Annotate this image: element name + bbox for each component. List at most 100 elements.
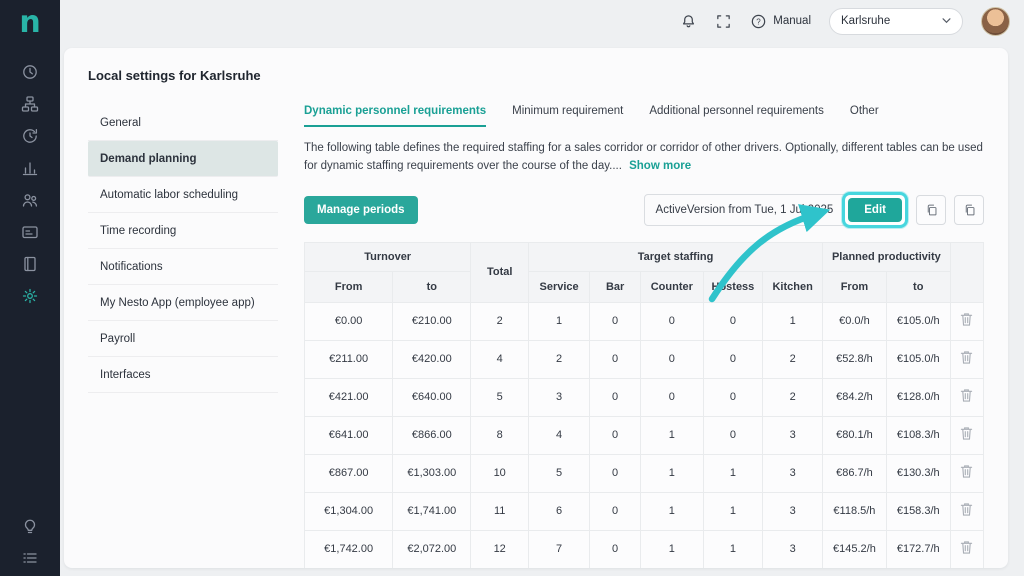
cell-counter: 0 xyxy=(641,340,703,378)
cell-turnover-from: €867.00 xyxy=(305,454,393,492)
delete-row-button[interactable] xyxy=(958,348,975,370)
nav-item-label: Automatic labor scheduling xyxy=(100,189,238,201)
cell-productivity-from: €84.2/h xyxy=(823,378,887,416)
settings-nav-item[interactable]: General xyxy=(88,105,278,141)
nav-item-label: Interfaces xyxy=(100,369,151,381)
cell-service: 1 xyxy=(529,302,590,340)
cell-turnover-from: €0.00 xyxy=(305,302,393,340)
id-card-icon[interactable] xyxy=(21,223,39,241)
col-kitchen: Kitchen xyxy=(763,271,823,302)
gear-icon[interactable] xyxy=(21,287,39,305)
settings-nav-item[interactable]: Payroll xyxy=(88,321,278,357)
show-more-link[interactable]: Show more xyxy=(629,160,691,172)
col-productivity-from: From xyxy=(823,271,887,302)
cell-productivity-to: €128.0/h xyxy=(886,378,950,416)
cell-total: 12 xyxy=(471,530,529,568)
list-icon[interactable] xyxy=(21,549,39,567)
cell-counter: 1 xyxy=(641,454,703,492)
col-bar: Bar xyxy=(590,271,641,302)
cell-kitchen: 3 xyxy=(763,416,823,454)
cell-turnover-to: €210.00 xyxy=(393,302,471,340)
cell-bar: 0 xyxy=(590,492,641,530)
cell-productivity-from: €0.0/h xyxy=(823,302,887,340)
cell-turnover-to: €640.00 xyxy=(393,378,471,416)
description: The following table defines the required… xyxy=(304,140,984,176)
settings-main: Dynamic personnel requirements Minimum re… xyxy=(278,105,984,568)
copy-version-button[interactable] xyxy=(916,195,946,225)
page-title: Local settings for Karlsruhe xyxy=(88,68,984,83)
edit-button[interactable]: Edit xyxy=(848,198,902,222)
nav-item-label: General xyxy=(100,117,141,129)
cell-counter: 1 xyxy=(641,416,703,454)
delete-row-button[interactable] xyxy=(958,500,975,522)
settings-nav-item[interactable]: My Nesto App (employee app) xyxy=(88,285,278,321)
trash-icon xyxy=(960,350,973,365)
trash-icon xyxy=(960,502,973,517)
manage-periods-button[interactable]: Manage periods xyxy=(304,196,418,224)
cell-bar: 0 xyxy=(590,340,641,378)
delete-row-button[interactable] xyxy=(958,462,975,484)
cell-hostess: 0 xyxy=(703,302,763,340)
clock-icon[interactable] xyxy=(21,63,39,81)
col-counter: Counter xyxy=(641,271,703,302)
lightbulb-icon[interactable] xyxy=(21,517,39,535)
cell-total: 4 xyxy=(471,340,529,378)
fullscreen-icon[interactable] xyxy=(715,13,732,30)
delete-row-button[interactable] xyxy=(958,538,975,560)
cell-service: 7 xyxy=(529,530,590,568)
bar-chart-icon[interactable] xyxy=(21,159,39,177)
cell-service: 6 xyxy=(529,492,590,530)
nav-item-label: Notifications xyxy=(100,261,163,273)
app-logo[interactable]: n xyxy=(19,8,40,38)
settings-nav-item[interactable]: Interfaces xyxy=(88,357,278,393)
tab[interactable]: Other xyxy=(850,105,879,127)
table-row: €1,742.00 €2,072.00 12 7 0 1 1 3 €145.2/… xyxy=(305,530,984,568)
cell-actions xyxy=(950,492,983,530)
tab[interactable]: Minimum requirement xyxy=(512,105,623,127)
avatar[interactable] xyxy=(981,7,1010,36)
tab[interactable]: Additional personnel requirements xyxy=(649,105,824,127)
cell-bar: 0 xyxy=(590,378,641,416)
cell-productivity-from: €52.8/h xyxy=(823,340,887,378)
delete-row-button[interactable] xyxy=(958,424,975,446)
cell-counter: 0 xyxy=(641,378,703,416)
delete-row-button[interactable] xyxy=(958,386,975,408)
cell-actions xyxy=(950,454,983,492)
duplicate-version-button[interactable] xyxy=(954,195,984,225)
bell-icon[interactable] xyxy=(680,13,697,30)
cell-service: 4 xyxy=(529,416,590,454)
org-chart-icon[interactable] xyxy=(21,95,39,113)
cell-kitchen: 1 xyxy=(763,302,823,340)
cell-total: 5 xyxy=(471,378,529,416)
col-turnover-from: From xyxy=(305,271,393,302)
cell-total: 11 xyxy=(471,492,529,530)
nav-item-label: Demand planning xyxy=(100,153,196,165)
cell-turnover-to: €866.00 xyxy=(393,416,471,454)
cell-service: 3 xyxy=(529,378,590,416)
col-group-turnover: Turnover xyxy=(305,242,471,271)
table-row: €867.00 €1,303.00 10 5 0 1 1 3 €86.7/h €… xyxy=(305,454,984,492)
cell-productivity-to: €108.3/h xyxy=(886,416,950,454)
users-icon[interactable] xyxy=(21,191,39,209)
copy-icon xyxy=(963,203,976,217)
trash-icon xyxy=(960,464,973,479)
tab[interactable]: Dynamic personnel requirements xyxy=(304,105,486,127)
cell-turnover-to: €1,741.00 xyxy=(393,492,471,530)
manual-label: Manual xyxy=(773,15,811,27)
table-row: €641.00 €866.00 8 4 0 1 0 3 €80.1/h €108… xyxy=(305,416,984,454)
history-icon[interactable] xyxy=(21,127,39,145)
col-hostess: Hostess xyxy=(703,271,763,302)
settings-nav-item[interactable]: Demand planning xyxy=(88,141,278,177)
book-icon[interactable] xyxy=(21,255,39,273)
settings-nav-item[interactable]: Time recording xyxy=(88,213,278,249)
manual-help[interactable]: ? Manual xyxy=(750,13,811,30)
settings-nav-item[interactable]: Notifications xyxy=(88,249,278,285)
settings-nav-item[interactable]: Automatic labor scheduling xyxy=(88,177,278,213)
settings-card: Local settings for Karlsruhe General Dem… xyxy=(64,48,1008,568)
cell-turnover-to: €420.00 xyxy=(393,340,471,378)
location-select[interactable]: Karlsruhe xyxy=(829,8,963,35)
cell-turnover-from: €1,742.00 xyxy=(305,530,393,568)
cell-bar: 0 xyxy=(590,416,641,454)
col-group-target-staffing: Target staffing xyxy=(529,242,823,271)
delete-row-button[interactable] xyxy=(958,310,975,332)
